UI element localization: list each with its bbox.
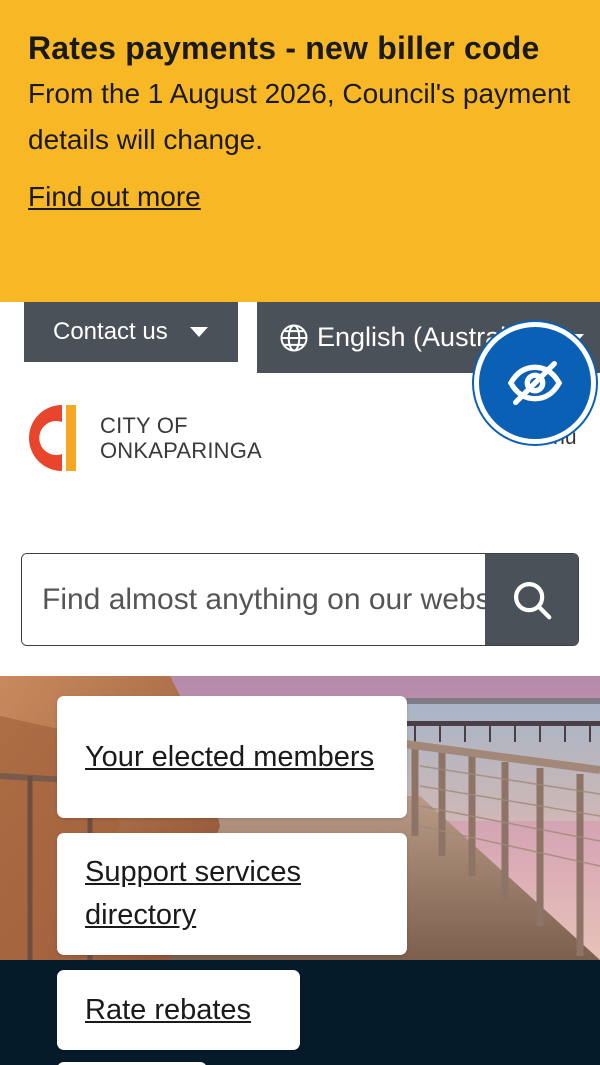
alert-title: Rates payments - new biller code: [28, 30, 540, 66]
eye-slash-icon: [507, 361, 563, 405]
search-button[interactable]: [485, 554, 578, 645]
caret-down-icon: [189, 327, 208, 337]
alert-banner: Rates payments - new biller code From th…: [0, 0, 600, 302]
logo-mark: [29, 405, 76, 471]
logo-line-2: ONKAPARINGA: [100, 438, 262, 463]
contact-us-button[interactable]: Contact us: [24, 302, 238, 362]
logo-line-1: CITY OF: [100, 413, 188, 438]
find-out-more-link[interactable]: Find out more: [28, 177, 201, 217]
quick-link-support-services[interactable]: Support services directory: [57, 833, 407, 955]
site-search: [21, 553, 579, 646]
quick-link-rate-rebates[interactable]: Rate rebates: [57, 970, 300, 1050]
alert-body: From the 1 August 2026, Council's paymen…: [28, 78, 571, 155]
globe-icon: [280, 324, 308, 351]
search-icon: [513, 581, 551, 619]
logo-wordmark: CITY OF ONKAPARINGA: [100, 413, 262, 463]
quick-link-elected-members[interactable]: Your elected members: [57, 696, 407, 818]
search-input[interactable]: [22, 554, 485, 645]
contact-us-label: Contact us: [53, 318, 168, 345]
council-logo[interactable]: CITY OF ONKAPARINGA: [18, 402, 278, 474]
accessibility-button[interactable]: [474, 322, 596, 444]
